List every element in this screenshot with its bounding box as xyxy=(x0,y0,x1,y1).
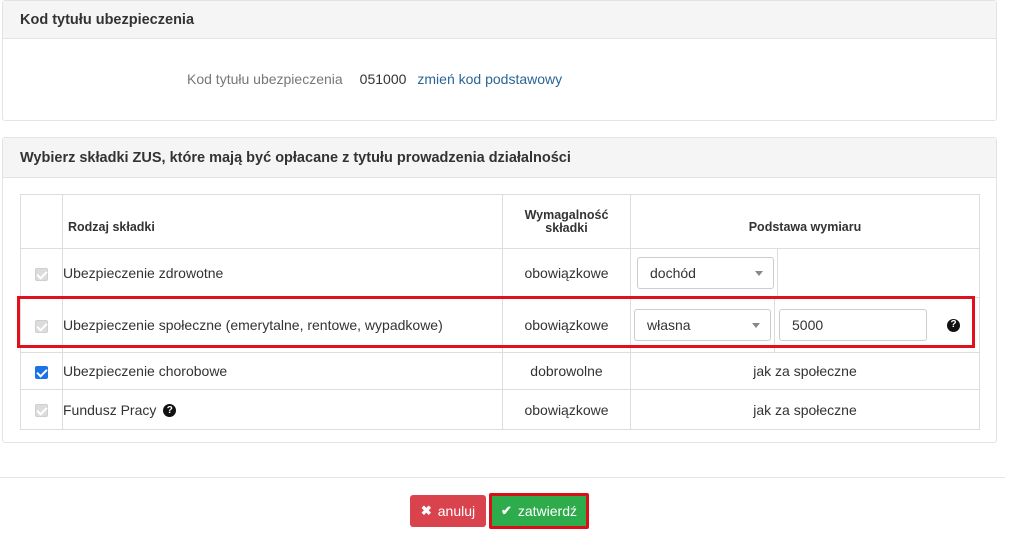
header-wymagalnosc-line1: Wymagalność xyxy=(524,207,609,222)
row-health-select-value: dochód xyxy=(650,265,696,281)
zus-contributions-panel-title: Wybierz składki ZUS, które mają być opła… xyxy=(3,138,996,178)
insurance-code-panel: Kod tytułu ubezpieczenia Kod tytułu ubez… xyxy=(2,0,997,121)
row-social-podstawa-input[interactable]: 5000 xyxy=(779,309,927,341)
row-social-wymagalnosc: obowiązkowe xyxy=(502,297,631,353)
row-sickness-name: Ubezpieczenie chorobowe xyxy=(62,352,503,390)
confirm-button-label: zatwierdź xyxy=(517,503,578,519)
cancel-button-label: anuluj xyxy=(437,503,476,519)
row-fp-name: Fundusz Pracy xyxy=(63,401,157,418)
header-podstawa: Podstawa wymiaru xyxy=(630,194,980,249)
row-social-name: Ubezpieczenie społeczne (emerytalne, ren… xyxy=(62,297,503,353)
table-row: Fundusz Pracy ? obowiązkowe jak za społe… xyxy=(20,389,980,430)
row-fp-podstawa: jak za społeczne xyxy=(630,389,980,430)
insurance-code-row: Kod tytułu ubezpieczenia 051000 zmień ko… xyxy=(187,71,562,87)
header-rodzaj: Rodzaj składki xyxy=(62,194,503,249)
change-base-code-link[interactable]: zmień kod podstawowy xyxy=(417,71,562,87)
insurance-code-panel-title: Kod tytułu ubezpieczenia xyxy=(3,1,996,39)
row-social-input-value: 5000 xyxy=(792,317,824,333)
row-fp-checkbox xyxy=(35,404,48,418)
table-header-row: Rodzaj składki Wymagalność składki Podst… xyxy=(20,194,980,249)
insurance-code-value: 051000 xyxy=(359,71,407,87)
row-social-checkbox xyxy=(35,319,48,333)
header-wymagalnosc: Wymagalność składki xyxy=(502,194,631,249)
caret-down-icon xyxy=(755,270,763,276)
row-health-wymagalnosc: obowiązkowe xyxy=(502,248,631,298)
confirm-button-frame: ✔ zatwierdź xyxy=(489,493,589,529)
contributions-table: Rodzaj składki Wymagalność składki Podst… xyxy=(20,194,980,430)
row-health-name: Ubezpieczenie zdrowotne xyxy=(62,248,503,298)
row-sickness-podstawa: jak za społeczne xyxy=(630,352,980,390)
table-row: Ubezpieczenie zdrowotne obowiązkowe doch… xyxy=(20,248,980,298)
row-social-select-value: własna xyxy=(647,317,691,333)
row-health-podstawa-select[interactable]: dochód xyxy=(637,257,774,289)
insurance-code-label: Kod tytułu ubezpieczenia xyxy=(187,71,343,87)
header-wymagalnosc-line2: składki xyxy=(545,220,588,235)
header-checkbox-col xyxy=(20,194,63,249)
row-social-podstawa-select[interactable]: własna xyxy=(634,309,771,341)
caret-down-icon xyxy=(752,322,760,328)
times-icon: ✖ xyxy=(420,503,432,518)
table-row: Ubezpieczenie chorobowe dobrowolne jak z… xyxy=(20,352,980,390)
footer-divider xyxy=(0,477,1005,478)
table-row: Ubezpieczenie społeczne (emerytalne, ren… xyxy=(20,297,980,353)
question-circle-icon[interactable]: ? xyxy=(947,318,960,332)
cancel-button[interactable]: ✖ anuluj xyxy=(410,495,486,527)
check-icon: ✔ xyxy=(500,503,512,518)
row-sickness-checkbox[interactable] xyxy=(35,365,48,379)
zus-contributions-panel: Wybierz składki ZUS, które mają być opła… xyxy=(2,137,997,443)
confirm-button[interactable]: ✔ zatwierdź xyxy=(492,496,586,526)
row-sickness-wymagalnosc: dobrowolne xyxy=(502,352,631,390)
row-health-checkbox xyxy=(35,267,48,281)
row-fp-wymagalnosc: obowiązkowe xyxy=(502,389,631,430)
question-circle-icon[interactable]: ? xyxy=(163,404,177,418)
